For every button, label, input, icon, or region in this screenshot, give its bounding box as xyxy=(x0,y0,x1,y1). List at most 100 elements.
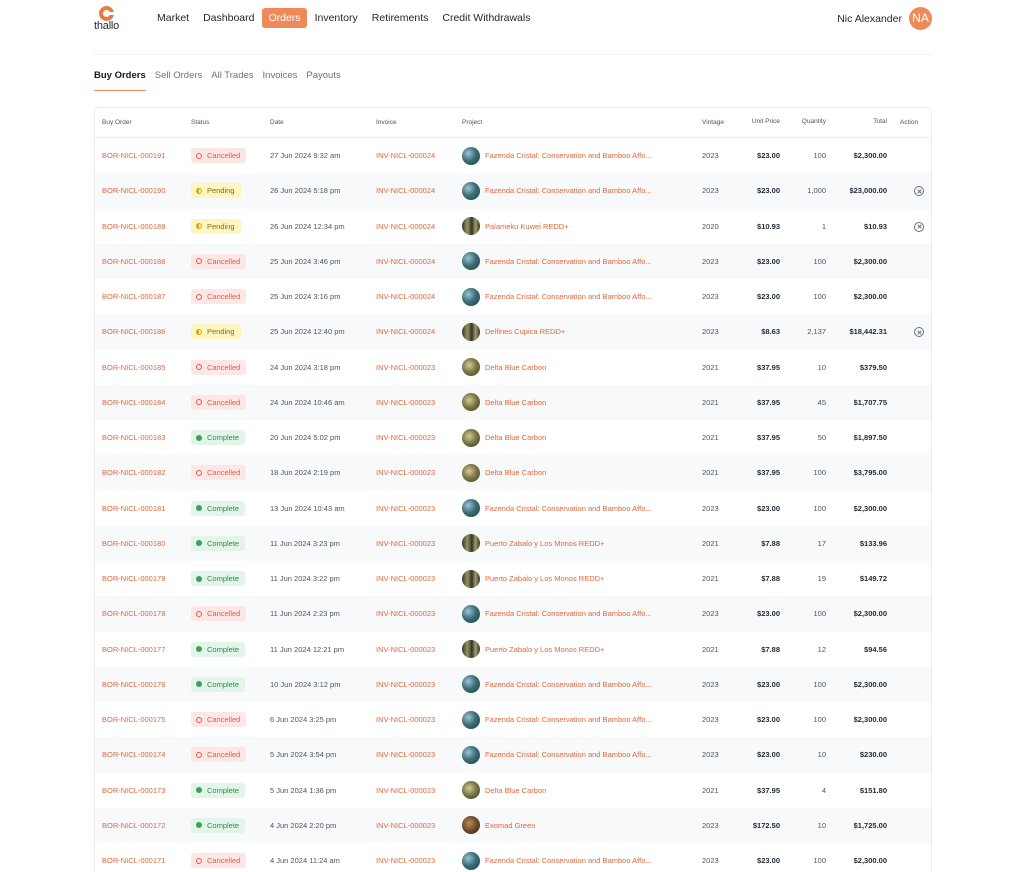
table-row[interactable]: BOR-NICL-000184 Cancelled 24 Jun 2024 10:4… xyxy=(95,384,931,420)
col-header-unit-price[interactable]: Unit Price xyxy=(740,108,780,138)
project-link[interactable]: Exomad Green xyxy=(485,808,535,843)
invoice-link[interactable]: INV-NICL-000023 xyxy=(376,526,435,561)
invoice-link[interactable]: INV-NICL-000024 xyxy=(376,209,435,244)
table-row[interactable]: BOR-NICL-000173 Complete 5 Jun 2024 1:36 p… xyxy=(95,773,931,808)
nav-item-inventory[interactable]: Inventory xyxy=(309,8,364,28)
invoice-link[interactable]: INV-NICL-000023 xyxy=(376,632,435,667)
buy-order-link[interactable]: BOR-NICL-000186 xyxy=(102,314,165,349)
tab-buy-orders[interactable]: Buy Orders xyxy=(94,70,146,91)
project-link[interactable]: Delfines Cupica REDD+ xyxy=(485,314,565,349)
nav-item-market[interactable]: Market xyxy=(151,8,195,28)
buy-order-link[interactable]: BOR-NICL-000190 xyxy=(102,173,165,208)
project-link[interactable]: Fazenda Cristal: Conservation and Bamboo… xyxy=(485,279,652,314)
table-row[interactable]: BOR-NICL-000187 Cancelled 25 Jun 2024 3:16… xyxy=(95,279,931,314)
table-row[interactable]: BOR-NICL-000175 Cancelled 6 Jun 2024 3:25 … xyxy=(95,702,931,737)
table-row[interactable]: BOR-NICL-000171 Cancelled 4 Jun 2024 11:24… xyxy=(95,843,931,872)
invoice-link[interactable]: INV-NICL-000023 xyxy=(376,385,435,420)
nav-item-dashboard[interactable]: Dashboard xyxy=(197,8,260,28)
col-header-invoice[interactable]: Invoice xyxy=(376,108,397,138)
invoice-link[interactable]: INV-NICL-000023 xyxy=(376,561,435,596)
table-row[interactable]: BOR-NICL-000186 Pending 25 Jun 2024 12:40 … xyxy=(95,314,931,350)
col-header-quantity[interactable]: Quantity xyxy=(785,108,826,138)
buy-order-link[interactable]: BOR-NICL-000187 xyxy=(102,279,165,314)
buy-order-link[interactable]: BOR-NICL-000180 xyxy=(102,526,165,561)
invoice-link[interactable]: INV-NICL-000023 xyxy=(376,702,435,737)
invoice-link[interactable]: INV-NICL-000023 xyxy=(376,843,435,872)
invoice-link[interactable]: INV-NICL-000023 xyxy=(376,455,435,490)
buy-order-link[interactable]: BOR-NICL-000172 xyxy=(102,808,165,843)
col-header-buy-order[interactable]: Buy Order xyxy=(102,108,132,138)
user-avatar[interactable]: NA xyxy=(909,7,932,30)
buy-order-link[interactable]: BOR-NICL-000171 xyxy=(102,843,165,872)
project-link[interactable]: Fazenda Cristal: Conservation and Bamboo… xyxy=(485,737,652,772)
buy-order-link[interactable]: BOR-NICL-000175 xyxy=(102,702,165,737)
buy-order-link[interactable]: BOR-NICL-000173 xyxy=(102,773,165,808)
col-header-project[interactable]: Project xyxy=(462,108,482,138)
project-link[interactable]: Puerto Zabalo y Los Monos REDD+ xyxy=(485,632,604,667)
project-link[interactable]: Puerto Zabalo y Los Monos REDD+ xyxy=(485,526,604,561)
invoice-link[interactable]: INV-NICL-000024 xyxy=(376,244,435,279)
tab-invoices[interactable]: Invoices xyxy=(263,70,298,91)
table-row[interactable]: BOR-NICL-000191 Cancelled 27 Jun 2024 9:32… xyxy=(95,138,931,173)
project-link[interactable]: Palameku Kuwei REDD+ xyxy=(485,209,569,244)
table-row[interactable]: BOR-NICL-000176 Complete 10 Jun 2024 3:12 … xyxy=(95,666,931,702)
table-row[interactable]: BOR-NICL-000182 Cancelled 18 Jun 2024 2:19… xyxy=(95,455,931,491)
user-menu[interactable]: Nic Alexander NA xyxy=(837,7,932,30)
tab-payouts[interactable]: Payouts xyxy=(306,70,340,91)
invoice-link[interactable]: INV-NICL-000023 xyxy=(376,808,435,843)
invoice-link[interactable]: INV-NICL-000023 xyxy=(376,350,435,385)
tab-sell-orders[interactable]: Sell Orders xyxy=(155,70,203,91)
col-header-total[interactable]: Total xyxy=(837,108,887,138)
table-row[interactable]: BOR-NICL-000190 Pending 26 Jun 2024 5:18 p… xyxy=(95,173,931,209)
buy-order-link[interactable]: BOR-NICL-000174 xyxy=(102,737,165,772)
table-row[interactable]: BOR-NICL-000177 Complete 11 Jun 2024 12:21… xyxy=(95,632,931,667)
invoice-link[interactable]: INV-NICL-000024 xyxy=(376,314,435,349)
project-link[interactable]: Puerto Zabalo y Los Monos REDD+ xyxy=(485,561,604,596)
buy-order-link[interactable]: BOR-NICL-000184 xyxy=(102,385,165,420)
table-row[interactable]: BOR-NICL-000172 Complete 4 Jun 2024 2:20 p… xyxy=(95,807,931,843)
invoice-link[interactable]: INV-NICL-000023 xyxy=(376,491,435,526)
project-link[interactable]: Delta Blue Carbon xyxy=(485,773,546,808)
table-row[interactable]: BOR-NICL-000189 Pending 26 Jun 2024 12:34 … xyxy=(95,209,931,244)
buy-order-link[interactable]: BOR-NICL-000185 xyxy=(102,350,165,385)
table-row[interactable]: BOR-NICL-000174 Cancelled 5 Jun 2024 3:54 … xyxy=(95,737,931,773)
buy-order-link[interactable]: BOR-NICL-000189 xyxy=(102,209,165,244)
table-row[interactable]: BOR-NICL-000178 Cancelled 11 Jun 2024 2:23… xyxy=(95,596,931,632)
nav-item-orders[interactable]: Orders xyxy=(262,8,307,28)
project-link[interactable]: Fazenda Cristal: Conservation and Bamboo… xyxy=(485,173,652,208)
table-row[interactable]: BOR-NICL-000188 Cancelled 25 Jun 2024 3:46… xyxy=(95,243,931,279)
thallo-logo[interactable]: thallo xyxy=(94,6,126,34)
table-row[interactable]: BOR-NICL-000185 Cancelled 24 Jun 2024 3:18… xyxy=(95,350,931,385)
project-link[interactable]: Delta Blue Carbon xyxy=(485,420,546,455)
cancel-order-icon[interactable] xyxy=(914,221,924,232)
cancel-order-icon[interactable] xyxy=(914,186,924,197)
col-header-date[interactable]: Date xyxy=(270,108,284,138)
buy-order-link[interactable]: BOR-NICL-000188 xyxy=(102,244,165,279)
buy-order-link[interactable]: BOR-NICL-000176 xyxy=(102,667,165,702)
table-row[interactable]: BOR-NICL-000179 Complete 11 Jun 2024 3:22 … xyxy=(95,561,931,596)
project-link[interactable]: Fazenda Cristal: Conservation and Bamboo… xyxy=(485,843,652,872)
project-link[interactable]: Fazenda Cristal: Conservation and Bamboo… xyxy=(485,244,652,279)
project-link[interactable]: Fazenda Cristal: Conservation and Bamboo… xyxy=(485,138,652,173)
invoice-link[interactable]: INV-NICL-000023 xyxy=(376,773,435,808)
buy-order-link[interactable]: BOR-NICL-000183 xyxy=(102,420,165,455)
table-row[interactable]: BOR-NICL-000180 Complete 11 Jun 2024 3:23 … xyxy=(95,525,931,561)
project-link[interactable]: Delta Blue Carbon xyxy=(485,350,546,385)
buy-order-link[interactable]: BOR-NICL-000177 xyxy=(102,632,165,667)
nav-item-retirements[interactable]: Retirements xyxy=(366,8,435,28)
table-row[interactable]: BOR-NICL-000183 Complete 20 Jun 2024 5:02 … xyxy=(95,420,931,455)
nav-item-credit-withdrawals[interactable]: Credit Withdrawals xyxy=(436,8,536,28)
buy-order-link[interactable]: BOR-NICL-000181 xyxy=(102,491,165,526)
invoice-link[interactable]: INV-NICL-000024 xyxy=(376,173,435,208)
project-link[interactable]: Fazenda Cristal: Conservation and Bamboo… xyxy=(485,667,652,702)
buy-order-link[interactable]: BOR-NICL-000179 xyxy=(102,561,165,596)
invoice-link[interactable]: INV-NICL-000024 xyxy=(376,279,435,314)
invoice-link[interactable]: INV-NICL-000024 xyxy=(376,138,435,173)
project-link[interactable]: Fazenda Cristal: Conservation and Bamboo… xyxy=(485,702,652,737)
col-header-vintage[interactable]: Vintage xyxy=(702,108,724,138)
tab-all-trades[interactable]: All Trades xyxy=(211,70,253,91)
table-row[interactable]: BOR-NICL-000181 Complete 13 Jun 2024 10:43… xyxy=(95,491,931,526)
invoice-link[interactable]: INV-NICL-000023 xyxy=(376,596,435,631)
invoice-link[interactable]: INV-NICL-000023 xyxy=(376,420,435,455)
buy-order-link[interactable]: BOR-NICL-000191 xyxy=(102,138,165,173)
